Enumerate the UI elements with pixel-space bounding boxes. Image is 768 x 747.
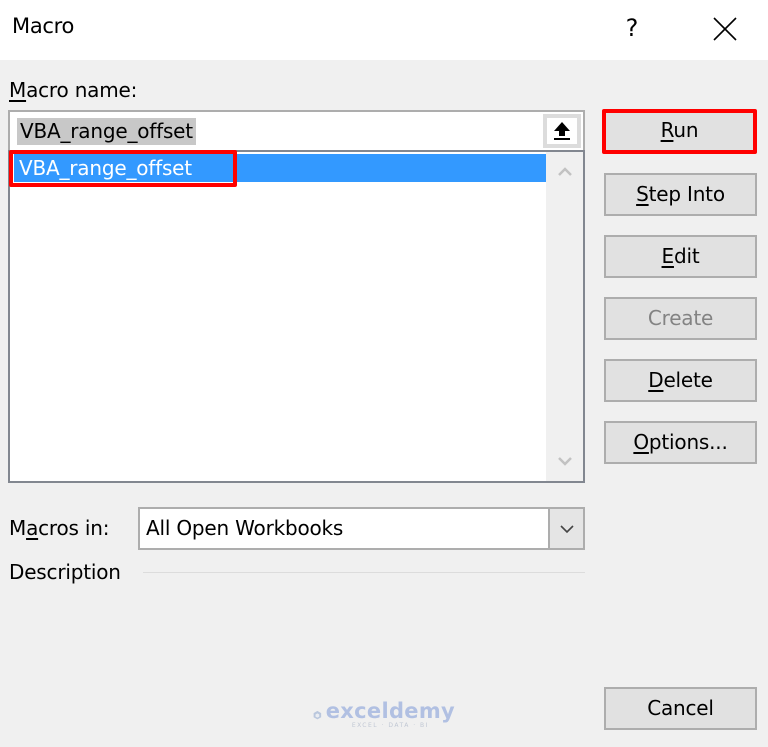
collapse-dialog-button[interactable]	[543, 114, 581, 148]
list-scrollbar[interactable]	[546, 152, 583, 481]
watermark-tagline: EXCEL · DATA · BI	[351, 722, 429, 729]
arrow-up-bar-icon	[554, 122, 570, 140]
options-accel: O	[633, 430, 649, 454]
macro-name-label-accel: M	[9, 78, 27, 102]
macros-in-label-rest: cros in:	[38, 516, 110, 540]
chevron-down-icon	[559, 524, 574, 533]
edit-accel: E	[661, 244, 675, 268]
window-title: Macro	[12, 14, 75, 38]
macros-in-value: All Open Workbooks	[146, 516, 344, 540]
macro-list-item[interactable]: VBA_range_offset	[14, 154, 546, 182]
step-into-accel: S	[636, 182, 649, 206]
step-into-label: tep Into	[648, 182, 725, 206]
description-divider	[143, 572, 585, 573]
run-accel: R	[660, 118, 674, 142]
cancel-button[interactable]: Cancel	[604, 687, 757, 730]
chevron-up-icon	[557, 167, 572, 176]
macros-in-label: Macros in:	[9, 516, 109, 540]
close-icon	[713, 17, 737, 41]
macro-name-value[interactable]: VBA_range_offset	[17, 118, 196, 145]
macros-in-dropdown-button[interactable]	[548, 509, 583, 548]
macros-in-select[interactable]: All Open Workbooks	[138, 507, 585, 550]
description-label: Description	[9, 560, 121, 584]
scroll-down-button[interactable]	[546, 443, 583, 479]
delete-label: elete	[663, 368, 713, 392]
macro-name-label-rest: acro name:	[26, 78, 138, 102]
delete-accel: D	[648, 368, 664, 392]
watermark: exceldemy EXCEL · DATA · BI	[313, 699, 455, 731]
macros-in-label-pre: M	[9, 516, 27, 540]
exceldemy-logo-icon	[313, 710, 322, 720]
edit-label: dit	[673, 244, 700, 268]
close-button[interactable]	[708, 12, 742, 46]
run-label: un	[673, 118, 699, 142]
macro-name-label: Macro name:	[9, 78, 137, 102]
options-label: ptions...	[648, 430, 728, 454]
run-button[interactable]: Run	[602, 109, 757, 154]
title-bar: Macro ?	[0, 0, 768, 60]
macro-name-input[interactable]: VBA_range_offset	[8, 110, 585, 150]
help-button[interactable]: ?	[620, 10, 644, 46]
step-into-button[interactable]: Step Into	[604, 173, 757, 216]
delete-button[interactable]: Delete	[604, 359, 757, 402]
options-button[interactable]: Options...	[604, 421, 757, 464]
scroll-up-button[interactable]	[546, 154, 583, 190]
watermark-name: exceldemy	[325, 699, 455, 723]
chevron-down-icon	[557, 457, 572, 466]
macro-list[interactable]: VBA_range_offset	[8, 150, 585, 483]
macros-in-label-accel: a	[26, 516, 39, 540]
create-button[interactable]: Create	[604, 297, 757, 340]
edit-button[interactable]: Edit	[604, 235, 757, 278]
